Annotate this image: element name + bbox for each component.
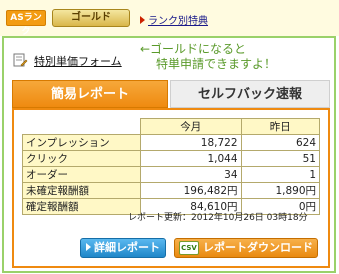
gold-note-line2: 特単申請できますよ！: [156, 57, 277, 71]
row-label: 確定報酬額: [22, 198, 141, 215]
column-header-yesterday: 昨日: [240, 118, 321, 135]
table-row: オーダー 34 1: [22, 166, 321, 183]
report-table: 今月 昨日 インプレッション 18,722 624 クリック 1,044 51 …: [22, 118, 321, 215]
play-arrow-icon: [86, 243, 91, 251]
report-download-button[interactable]: CSV レポートダウンロード: [174, 238, 318, 258]
row-label: オーダー: [22, 166, 141, 183]
table-row: 未確定報酬額 196,482円 1,890円: [22, 182, 321, 199]
report-download-label: レポートダウンロード: [203, 241, 313, 254]
triangle-bullet-icon: [140, 16, 145, 24]
detail-report-button[interactable]: 詳細レポート: [80, 238, 166, 258]
gold-note-line1: ←ゴールドになると: [140, 42, 247, 56]
yesterday-value: 624: [240, 134, 321, 151]
yesterday-value: 51: [240, 150, 321, 167]
gold-rank-button[interactable]: ゴールド: [52, 9, 130, 27]
report-tabs: 簡易レポート セルフバック速報: [12, 80, 330, 108]
column-header-month: 今月: [140, 118, 242, 135]
row-label: 未確定報酬額: [22, 182, 141, 199]
report-panel: 特別単価フォーム ←ゴールドになると 特単申請できますよ！ 簡易レポート セルフ…: [2, 36, 336, 273]
month-value: 18,722: [140, 134, 242, 151]
gold-note: ←ゴールドになると 特単申請できますよ！: [140, 42, 330, 72]
month-value: 196,482円: [140, 182, 242, 199]
tab-selfback-report[interactable]: セルフバック速報: [170, 80, 330, 108]
detail-report-label: 詳細レポート: [94, 241, 160, 254]
tab-simple-report[interactable]: 簡易レポート: [12, 80, 168, 108]
special-rate-form-link[interactable]: 特別単価フォーム: [34, 53, 122, 69]
table-row: インプレッション 18,722 624: [22, 134, 321, 151]
month-value: 34: [140, 166, 242, 183]
yesterday-value: 1,890円: [240, 182, 321, 199]
row-label: クリック: [22, 150, 141, 167]
table-corner: [22, 118, 141, 135]
csv-file-icon: CSV: [179, 241, 199, 255]
form-document-icon: [13, 53, 28, 67]
table-row: クリック 1,044 51: [22, 150, 321, 167]
table-header-row: 今月 昨日: [22, 118, 321, 135]
rank-benefits-link[interactable]: ランク別特典: [148, 16, 208, 27]
report-updated-timestamp: レポート更新：2012年10月26日 03時18分: [128, 213, 308, 223]
rank-badge: ASランク: [6, 10, 46, 37]
month-value: 1,044: [140, 150, 242, 167]
rank-bar: ASランク ゴールド ランク別特典: [0, 0, 339, 37]
report-content: 今月 昨日 インプレッション 18,722 624 クリック 1,044 51 …: [12, 108, 330, 268]
yesterday-value: 1: [240, 166, 321, 183]
rank-benefits[interactable]: ランク別特典: [140, 12, 208, 27]
row-label: インプレッション: [22, 134, 141, 151]
